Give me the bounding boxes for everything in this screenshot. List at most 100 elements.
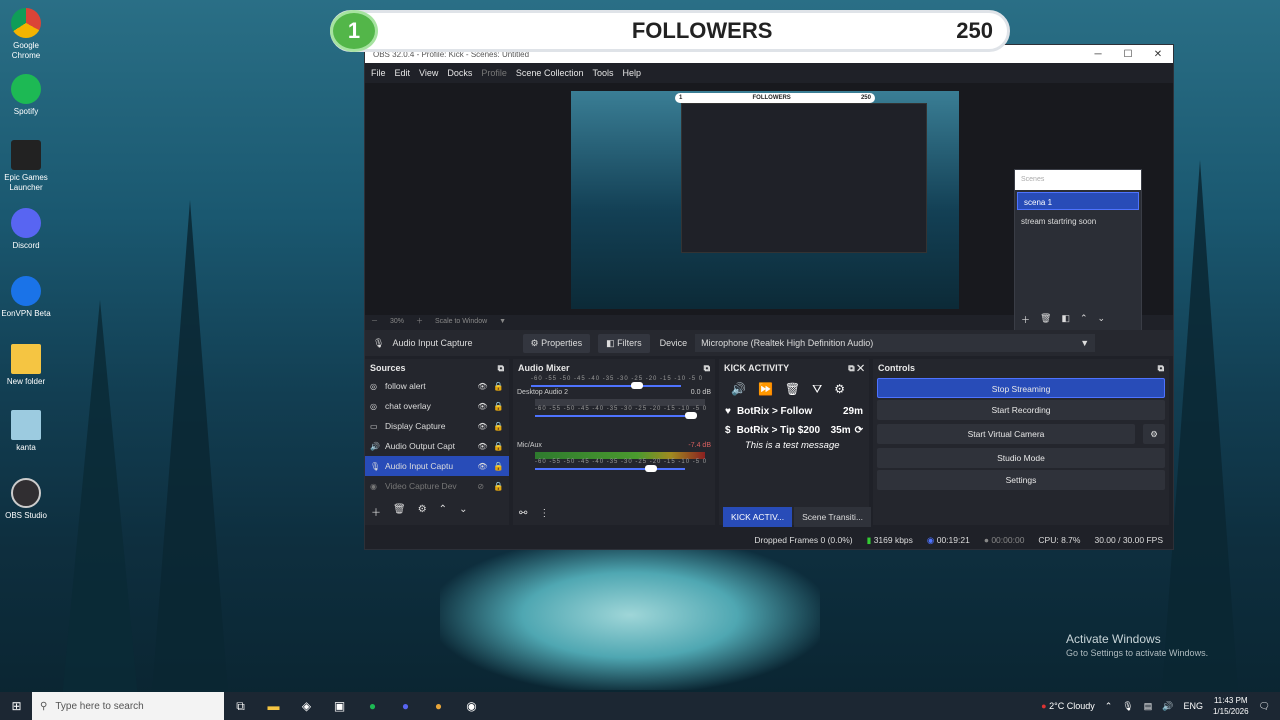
- link-icon[interactable]: ⚯: [519, 508, 527, 519]
- dropped-frames: Dropped Frames 0 (0.0%): [754, 535, 853, 545]
- menu-tools[interactable]: Tools: [592, 68, 613, 78]
- chevron-up-icon[interactable]: ⌃: [1105, 701, 1113, 712]
- maximize-button[interactable]: ☐: [1113, 49, 1143, 60]
- stream-icon: ◉: [926, 534, 935, 545]
- replay-icon[interactable]: ⟳: [855, 425, 863, 436]
- menu-help[interactable]: Help: [622, 68, 641, 78]
- preview-canvas[interactable]: 1 FOLLOWERS 250: [571, 91, 959, 309]
- weather[interactable]: ● 2°C Cloudy: [1041, 701, 1095, 711]
- obs-taskbar-icon[interactable]: ◉: [455, 692, 488, 720]
- volume-icon[interactable]: 🔊: [1162, 701, 1173, 712]
- gear-icon[interactable]: ⚙: [418, 504, 427, 519]
- folder-icon: [11, 344, 41, 374]
- lock-icon: 🔒: [493, 480, 504, 491]
- gear-icon[interactable]: ⚙: [834, 382, 845, 396]
- eye-icon: 👁: [477, 461, 488, 471]
- spotify-icon[interactable]: ●: [356, 692, 389, 720]
- taskbar-search[interactable]: ⚲ Type here to search: [32, 692, 224, 720]
- studio-mode-button[interactable]: Studio Mode: [877, 448, 1165, 468]
- lock-icon: 🔒: [493, 400, 504, 411]
- skip-icon[interactable]: ⏩: [758, 382, 773, 396]
- delete-source-icon[interactable]: 🗑: [393, 504, 406, 519]
- clock[interactable]: 11:43 PM 1/15/2026: [1213, 695, 1249, 717]
- properties-button[interactable]: ⚙ Properties: [522, 333, 591, 353]
- source-item[interactable]: ◉ Video Capture Dev ⊘ 🔒: [365, 476, 509, 496]
- notification-icon[interactable]: 🗨: [1259, 701, 1270, 712]
- preview-area[interactable]: 1 FOLLOWERS 250 Scenes scena 1 stream star…: [365, 83, 1173, 331]
- task-view-icon[interactable]: ⧉: [224, 692, 257, 720]
- desktop-icon-chrome[interactable]: Google Chrome: [0, 8, 52, 61]
- source-item[interactable]: ◎ follow alert 👁 🔒: [365, 376, 509, 396]
- microphone-icon: 🎙: [373, 337, 385, 348]
- start-recording-button[interactable]: Start Recording: [877, 400, 1165, 420]
- stop-streaming-button[interactable]: Stop Streaming: [877, 378, 1165, 398]
- menu-file[interactable]: File: [371, 68, 386, 78]
- desktop-icon-discord[interactable]: Discord: [0, 208, 52, 251]
- followers-title: FOLLOWERS: [631, 18, 773, 43]
- menu-profile[interactable]: Profile: [481, 68, 507, 78]
- menu-scene-collection[interactable]: Scene Collection: [516, 68, 584, 78]
- menu-view[interactable]: View: [419, 68, 438, 78]
- move-up-icon[interactable]: ⌃: [439, 504, 447, 519]
- menu-edit[interactable]: Edit: [395, 68, 411, 78]
- rec-time: ● 00:00:00: [983, 535, 1025, 545]
- microphone-icon[interactable]: 🎙: [1122, 701, 1133, 712]
- chrome-icon[interactable]: ●: [422, 692, 455, 720]
- preview-followers-overlay: 1 FOLLOWERS 250: [675, 93, 875, 103]
- mixer-channel-desktop: Desktop Audio 2 0.0 dB -60 -55 -50 -45 -4…: [513, 387, 715, 440]
- tree-left-2: [150, 200, 230, 720]
- add-source-icon[interactable]: ＋: [371, 504, 381, 519]
- source-item[interactable]: 🔊 Audio Output Capt 👁 🔒: [365, 436, 509, 456]
- source-item[interactable]: ▭ Display Capture 👁 🔒: [365, 416, 509, 436]
- close-button[interactable]: ✕: [1143, 49, 1173, 60]
- start-button[interactable]: ⊞: [0, 692, 33, 720]
- desktop-icon-recycle[interactable]: kanta: [0, 410, 52, 453]
- language[interactable]: ENG: [1183, 701, 1203, 711]
- start-virtual-camera-button[interactable]: Start Virtual Camera: [877, 424, 1135, 444]
- filters-button[interactable]: ◧ Filters: [598, 333, 650, 353]
- settings-button[interactable]: Settings: [877, 470, 1165, 490]
- scene-item-1[interactable]: scena 1: [1017, 192, 1139, 210]
- steam-icon[interactable]: ◈: [290, 692, 323, 720]
- volume-slider[interactable]: [535, 465, 685, 472]
- menu-docks[interactable]: Docks: [447, 68, 472, 78]
- source-item-selected[interactable]: 🎙 Audio Input Captu 👁 🔒: [365, 456, 509, 476]
- gear-icon[interactable]: ⚙: [1143, 424, 1165, 444]
- chevron-down-icon[interactable]: ▼: [499, 318, 506, 325]
- stream-time: ◉ 00:19:21: [926, 534, 970, 545]
- minimize-button[interactable]: ─: [1083, 49, 1113, 60]
- undock-icon[interactable]: ⧉: [704, 363, 710, 373]
- eye-hidden-icon: ⊘: [477, 481, 485, 491]
- discord-icon: [11, 208, 41, 238]
- epic-games-icon[interactable]: ▣: [323, 692, 356, 720]
- desktop-icon-eonvpn[interactable]: EonVPN Beta: [0, 276, 52, 319]
- trash-icon[interactable]: 🗑: [785, 382, 800, 396]
- source-item[interactable]: ◎ chat overlay 👁 🔒: [365, 396, 509, 416]
- more-icon[interactable]: ⋮: [539, 508, 549, 519]
- device-select[interactable]: Microphone (Realtek High Definition Audi…: [695, 334, 1096, 352]
- status-bar: Dropped Frames 0 (0.0%) ▮ 3169 kbps ◉ 00…: [365, 531, 1173, 549]
- scene-item-2[interactable]: stream startring soon: [1015, 212, 1141, 230]
- source-properties-bar: 🎙 Audio Input Capture ⚙ Properties ◧ Fil…: [365, 330, 1173, 356]
- discord-icon[interactable]: ●: [389, 692, 422, 720]
- zoom-in-icon[interactable]: ＋: [416, 316, 423, 326]
- dock-tabs: KICK ACTIV... Scene Transiti...: [723, 507, 873, 527]
- desktop-icon-obs[interactable]: OBS Studio: [0, 478, 52, 521]
- tab-kick-activity[interactable]: KICK ACTIV...: [723, 507, 793, 527]
- zoom-out-icon[interactable]: －: [371, 316, 378, 326]
- desktop-icon-spotify[interactable]: Spotify: [0, 74, 52, 117]
- tab-scene-transitions[interactable]: Scene Transiti...: [794, 507, 872, 527]
- undock-icon[interactable]: ⧉: [498, 363, 504, 373]
- undock-icon[interactable]: ⧉: [1158, 363, 1164, 373]
- scale-label[interactable]: Scale to Window: [435, 318, 487, 325]
- desktop-icon-folder[interactable]: New folder: [0, 344, 52, 387]
- close-icon[interactable]: ⧉ ✕: [848, 363, 864, 373]
- desktop-icon-epic[interactable]: Epic Games Launcher: [0, 140, 52, 193]
- volume-slider[interactable]: [535, 412, 697, 419]
- network-icon[interactable]: ▤: [1144, 701, 1153, 712]
- filter-icon[interactable]: ⛛: [812, 382, 822, 397]
- move-down-icon[interactable]: ⌄: [459, 504, 467, 519]
- file-explorer-icon[interactable]: ▬: [257, 692, 290, 720]
- monitor-icon: ▭: [370, 421, 378, 431]
- speaker-icon[interactable]: 🔊: [731, 382, 746, 396]
